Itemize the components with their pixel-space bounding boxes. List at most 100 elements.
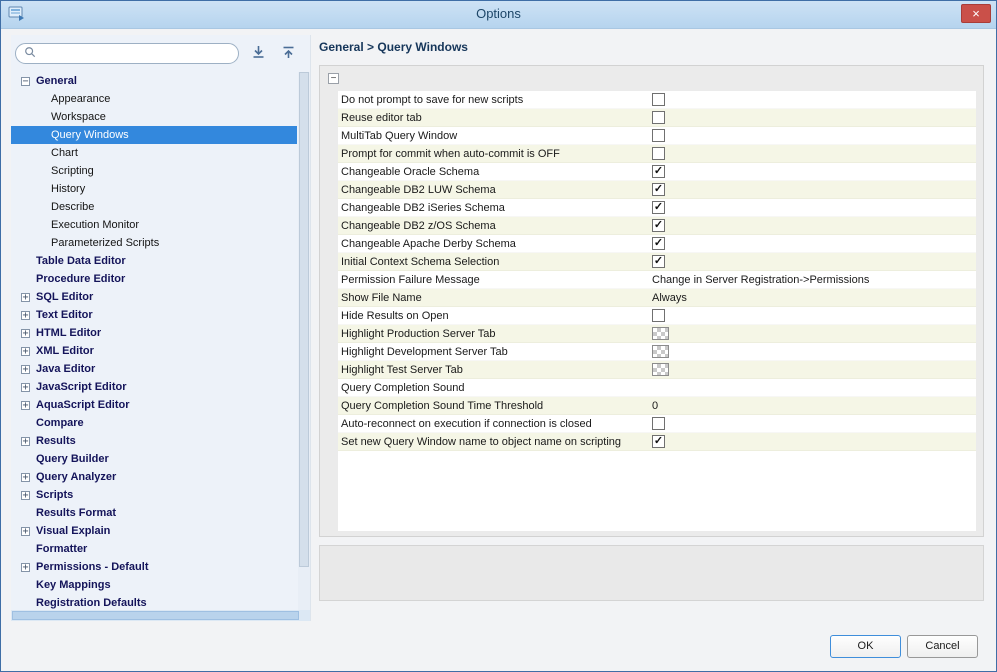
setting-label: Changeable DB2 iSeries Schema — [341, 201, 505, 214]
expand-node-icon[interactable]: + — [21, 490, 30, 500]
setting-row-highlight-test-server-tab: Highlight Test Server Tab — [338, 361, 976, 379]
tree-item-procedure-editor[interactable]: Procedure Editor — [11, 270, 297, 288]
expand-node-icon[interactable]: + — [21, 400, 30, 410]
tree-item-history[interactable]: History — [11, 180, 297, 198]
tree-item-label: Procedure Editor — [36, 273, 126, 285]
search-box[interactable] — [15, 43, 239, 64]
tree-horizontal-scrollbar[interactable] — [11, 610, 310, 621]
tree-item-visual-explain[interactable]: + Visual Explain — [11, 522, 297, 540]
checkbox-checked[interactable]: ✓ — [652, 201, 665, 214]
tree-item-label: Registration Defaults — [36, 597, 147, 609]
checkbox-unchecked[interactable] — [652, 129, 665, 142]
checkbox-checked[interactable]: ✓ — [652, 219, 665, 232]
breadcrumb-part: Query Windows — [377, 40, 468, 54]
setting-value — [652, 363, 976, 376]
tree-item-key-mappings[interactable]: Key Mappings — [11, 576, 297, 594]
tree-item-permissions-default[interactable]: + Permissions - Default — [11, 558, 297, 576]
expand-node-icon[interactable]: + — [21, 364, 30, 374]
setting-row-changeable-db2-iseries-schema: Changeable DB2 iSeries Schema ✓ — [338, 199, 976, 217]
ok-button[interactable]: OK — [830, 634, 901, 658]
tree-item-execution-monitor[interactable]: Execution Monitor — [11, 216, 297, 234]
setting-row-auto-reconnect-on-execution-if-connection-is-closed: Auto-reconnect on execution if connectio… — [338, 415, 976, 433]
color-swatch[interactable] — [652, 327, 669, 340]
tree-item-formatter[interactable]: Formatter — [11, 540, 297, 558]
setting-label: Highlight Test Server Tab — [341, 363, 463, 376]
expand-node-icon[interactable]: + — [21, 292, 30, 302]
tree-item-scripts[interactable]: + Scripts — [11, 486, 297, 504]
setting-value — [652, 345, 976, 358]
tree-item-chart[interactable]: Chart — [11, 144, 297, 162]
tree-vertical-scrollbar[interactable] — [298, 72, 310, 610]
expand-node-icon[interactable]: + — [21, 328, 30, 338]
tree-item-general[interactable]: − General — [11, 72, 297, 90]
setting-label: Prompt for commit when auto-commit is OF… — [341, 147, 560, 160]
expand-node-icon[interactable]: + — [21, 526, 30, 536]
tree-item-query-windows[interactable]: Query Windows — [11, 126, 297, 144]
setting-row-changeable-db2-luw-schema: Changeable DB2 LUW Schema ✓ — [338, 181, 976, 199]
tree-item-appearance[interactable]: Appearance — [11, 90, 297, 108]
setting-value — [652, 147, 976, 160]
expand-node-icon[interactable]: + — [21, 472, 30, 482]
tree-item-parameterized-scripts[interactable]: Parameterized Scripts — [11, 234, 297, 252]
tree-item-label: General — [36, 75, 77, 87]
tree-item-query-analyzer[interactable]: + Query Analyzer — [11, 468, 297, 486]
tree-item-label: Workspace — [51, 111, 106, 123]
checkbox-checked[interactable]: ✓ — [652, 435, 665, 448]
setting-value: ✓ — [652, 435, 976, 448]
checkbox-checked[interactable]: ✓ — [652, 237, 665, 250]
expand-node-icon[interactable]: + — [21, 382, 30, 392]
collapse-all-button[interactable] — [277, 44, 299, 64]
tree-item-workspace[interactable]: Workspace — [11, 108, 297, 126]
checkbox-checked[interactable]: ✓ — [652, 255, 665, 268]
tree-item-label: Scripts — [36, 489, 74, 501]
tree-item-describe[interactable]: Describe — [11, 198, 297, 216]
setting-value: Change in Server Registration->Permissio… — [652, 274, 976, 286]
tree-item-registration-defaults[interactable]: Registration Defaults — [11, 594, 297, 610]
search-input[interactable] — [41, 45, 230, 62]
section-collapse-icon[interactable]: − — [328, 73, 339, 84]
setting-value — [652, 327, 976, 340]
checkbox-checked[interactable]: ✓ — [652, 165, 665, 178]
cancel-button[interactable]: Cancel — [907, 634, 978, 658]
expand-node-icon[interactable]: + — [21, 562, 30, 572]
tree-item-label: Describe — [51, 201, 95, 213]
tree-item-xml-editor[interactable]: + XML Editor — [11, 342, 297, 360]
expand-all-button[interactable] — [247, 44, 269, 64]
setting-label: Changeable DB2 LUW Schema — [341, 183, 496, 196]
tree-item-aquascript-editor[interactable]: + AquaScript Editor — [11, 396, 297, 414]
tree-item-java-editor[interactable]: + Java Editor — [11, 360, 297, 378]
tree-item-scripting[interactable]: Scripting — [11, 162, 297, 180]
tree-item-html-editor[interactable]: + HTML Editor — [11, 324, 297, 342]
setting-value-text[interactable]: 0 — [652, 400, 658, 412]
setting-value-text[interactable]: Always — [652, 292, 687, 304]
tree-item-query-builder[interactable]: Query Builder — [11, 450, 297, 468]
tree-item-text-editor[interactable]: + Text Editor — [11, 306, 297, 324]
tree-item-table-data-editor[interactable]: Table Data Editor — [11, 252, 297, 270]
expand-node-icon[interactable]: + — [21, 310, 30, 320]
tree-item-compare[interactable]: Compare — [11, 414, 297, 432]
tree-item-sql-editor[interactable]: + SQL Editor — [11, 288, 297, 306]
color-swatch[interactable] — [652, 363, 669, 376]
setting-value-text[interactable]: Change in Server Registration->Permissio… — [652, 274, 869, 286]
checkbox-unchecked[interactable] — [652, 111, 665, 124]
tree-item-results-format[interactable]: Results Format — [11, 504, 297, 522]
settings-table: Do not prompt to save for new scripts Reu… — [338, 91, 976, 531]
checkbox-unchecked[interactable] — [652, 93, 665, 106]
checkbox-checked[interactable]: ✓ — [652, 183, 665, 196]
tree-item-label: XML Editor — [36, 345, 94, 357]
tree-horizontal-scrollbar-thumb[interactable] — [12, 611, 300, 620]
checkbox-unchecked[interactable] — [652, 417, 665, 430]
close-button[interactable]: × — [961, 4, 991, 23]
expand-node-icon[interactable]: + — [21, 436, 30, 446]
collapse-node-icon[interactable]: − — [21, 76, 30, 86]
checkbox-unchecked[interactable] — [652, 147, 665, 160]
tree-item-label: SQL Editor — [36, 291, 94, 303]
checkbox-unchecked[interactable] — [652, 309, 665, 322]
tree-item-results[interactable]: + Results — [11, 432, 297, 450]
expand-node-icon[interactable]: + — [21, 346, 30, 356]
tree-vertical-scrollbar-thumb[interactable] — [299, 72, 309, 567]
color-swatch[interactable] — [652, 345, 669, 358]
tree-item-javascript-editor[interactable]: + JavaScript Editor — [11, 378, 297, 396]
setting-label: Highlight Development Server Tab — [341, 345, 508, 358]
title-bar[interactable]: Options × — [1, 1, 996, 29]
